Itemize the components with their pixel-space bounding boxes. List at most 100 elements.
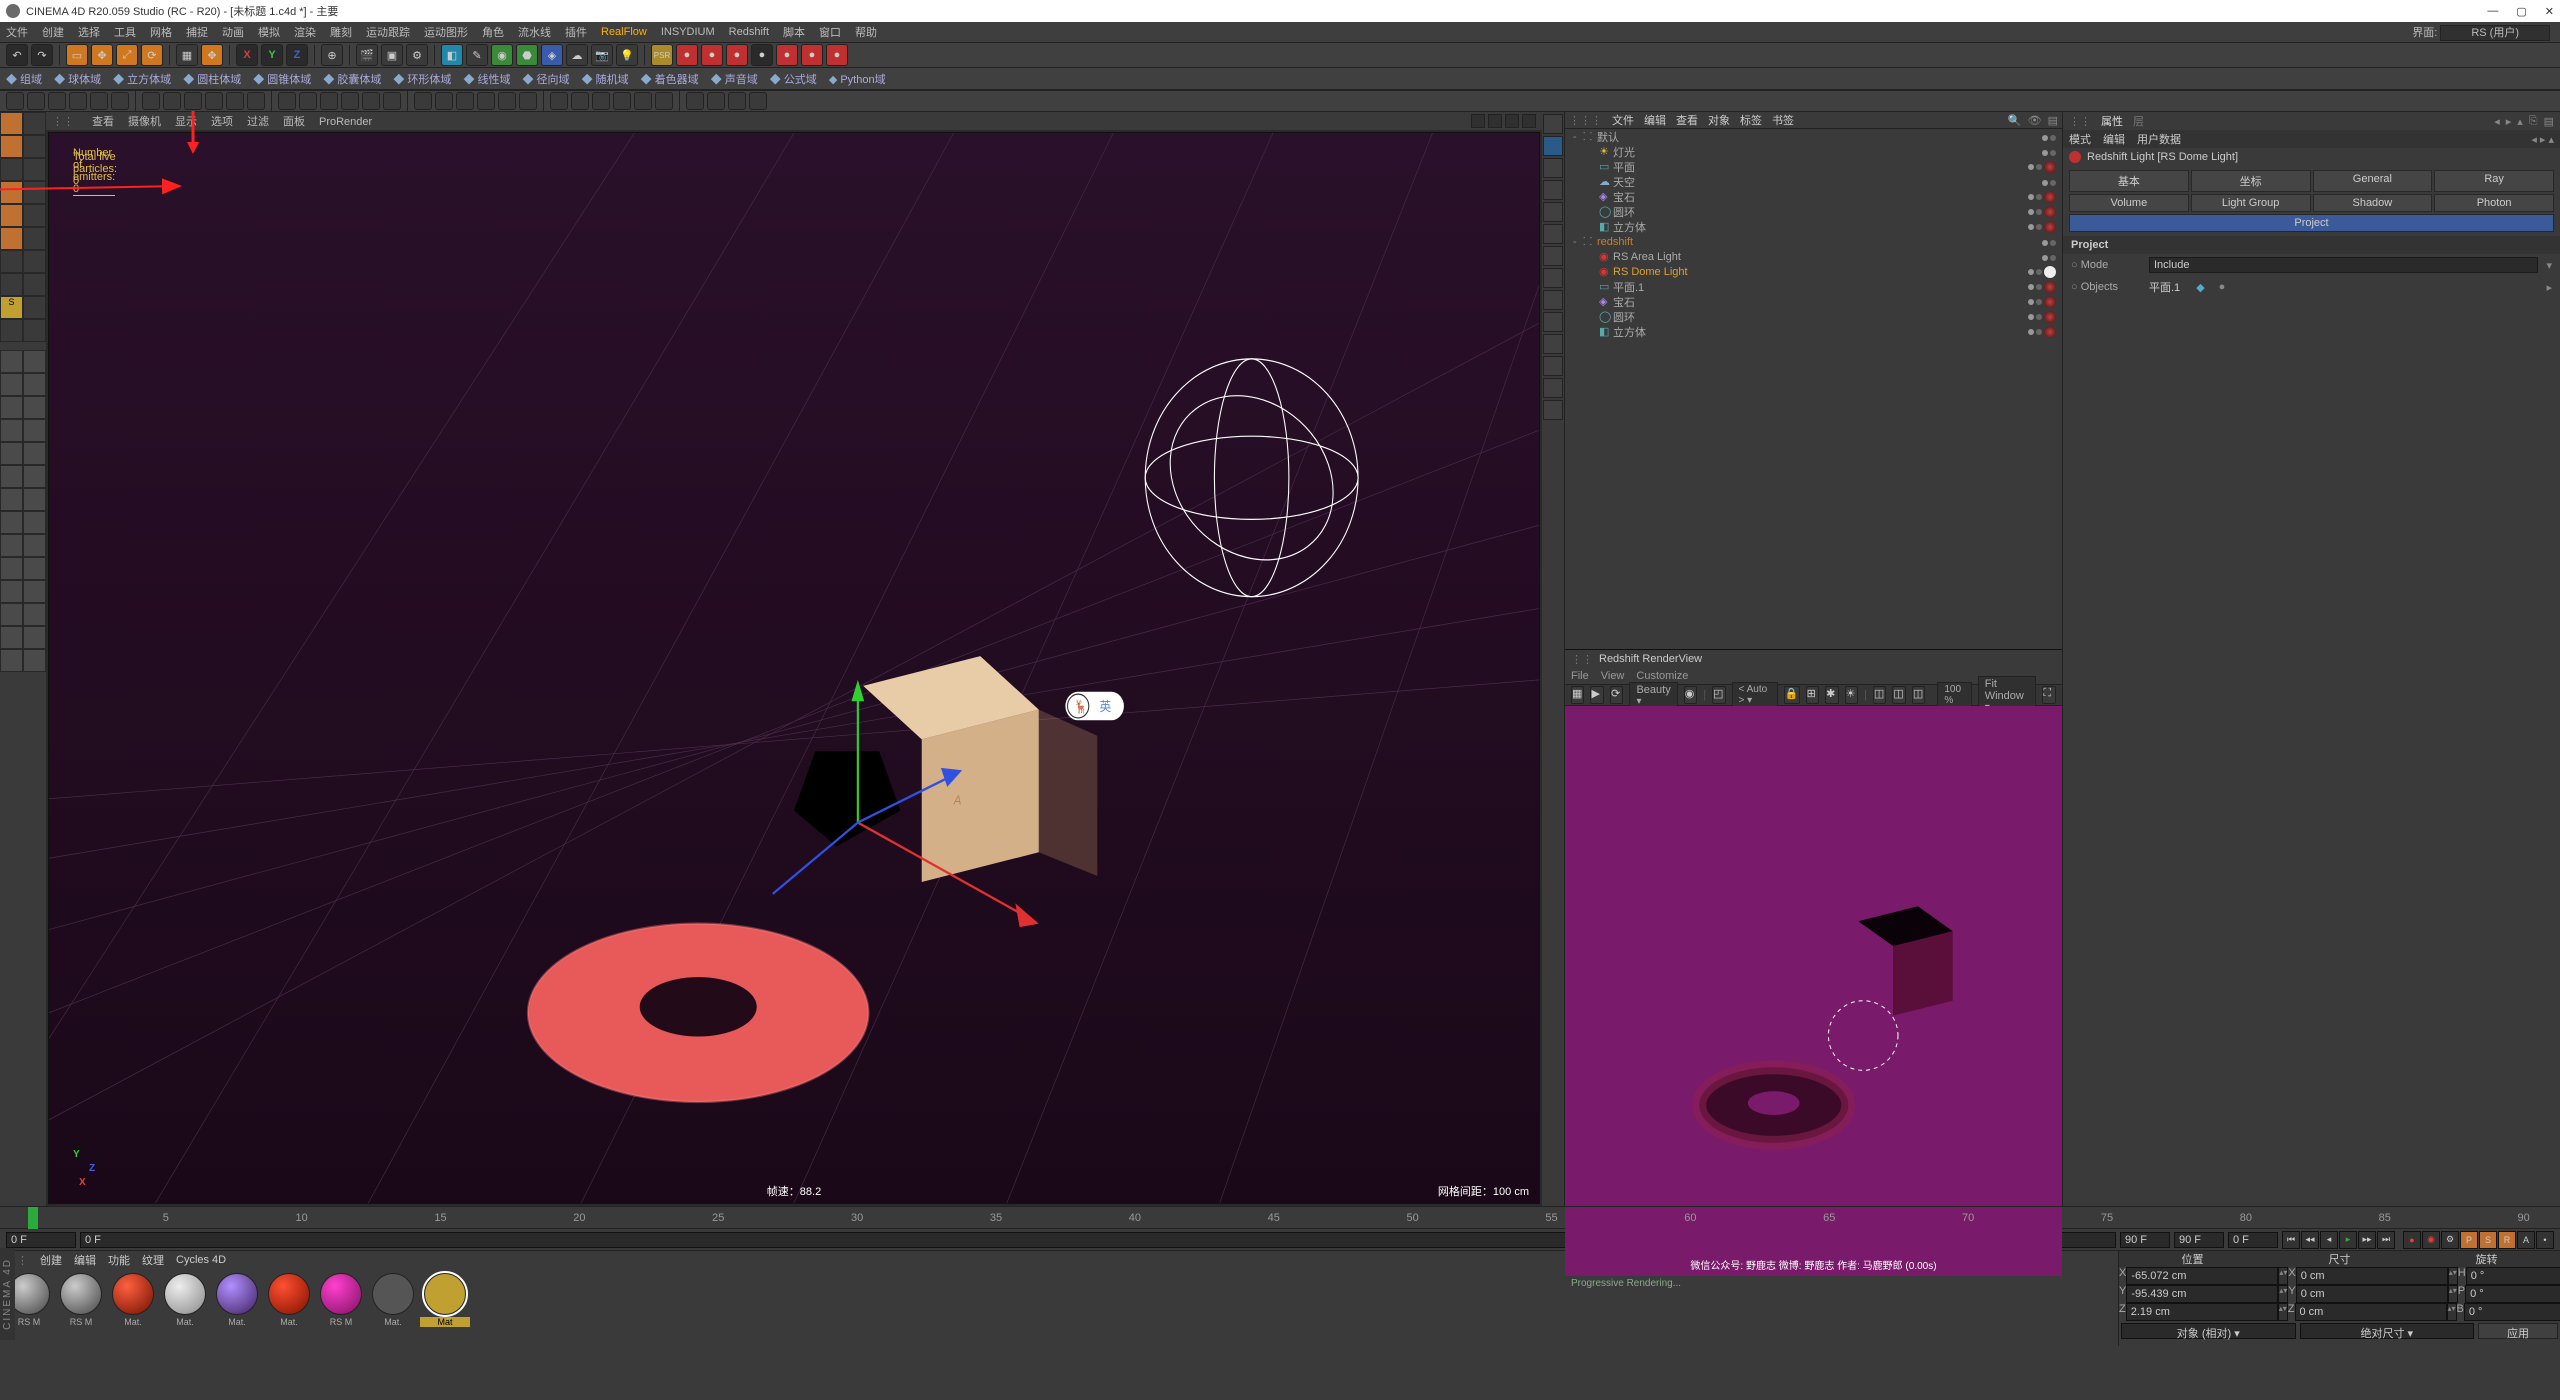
rec-1[interactable]: ● — [676, 44, 698, 66]
vp-tool[interactable] — [1543, 356, 1563, 376]
tool-icon[interactable] — [90, 92, 108, 110]
tab-layers[interactable]: 层 — [2133, 113, 2144, 129]
x-axis-toggle[interactable]: X — [236, 44, 258, 66]
edge-mode[interactable] — [0, 204, 23, 227]
generator-tool[interactable]: ⬣ — [516, 44, 538, 66]
attr-tab-Photon[interactable]: Photon — [2434, 194, 2554, 212]
minimize-button[interactable]: — — [2487, 5, 2498, 18]
cube-primitive[interactable]: ◧ — [441, 44, 463, 66]
vp-menu-显示[interactable]: 显示 — [175, 116, 197, 128]
tree-item-天空[interactable]: ☁天空 — [1565, 174, 2062, 189]
tool-icon[interactable] — [749, 92, 767, 110]
texture-swatch[interactable] — [0, 350, 23, 373]
tool-icon[interactable] — [655, 92, 673, 110]
material-Mat.[interactable]: Mat. — [368, 1273, 418, 1327]
vp-tool[interactable] — [1543, 224, 1563, 244]
tool-btn[interactable] — [23, 135, 46, 158]
vp-tool[interactable] — [1543, 202, 1563, 222]
texture-swatch[interactable] — [23, 557, 46, 580]
material-Mat.[interactable]: Mat. — [108, 1273, 158, 1327]
renderview-canvas[interactable]: 微信公众号: 野鹿志 微博: 野鹿志 作者: 马鹿野郎 (0.00s) — [1565, 706, 2062, 1276]
tree-item-RS Area Light[interactable]: ◉RS Area Light — [1565, 249, 2062, 264]
tool-icon[interactable] — [550, 92, 568, 110]
rot-H[interactable] — [2466, 1267, 2560, 1285]
size-X[interactable] — [2296, 1267, 2448, 1285]
texture-swatch[interactable] — [0, 626, 23, 649]
obj-tab-编辑[interactable]: 编辑 — [1644, 115, 1666, 127]
attr-sub-用户数据[interactable]: 用户数据 — [2137, 131, 2181, 147]
tree-item-宝石[interactable]: ◈宝石 — [1565, 294, 2062, 309]
vp-tool[interactable] — [1543, 136, 1563, 156]
texture-swatch[interactable] — [0, 557, 23, 580]
goto-start[interactable]: ⏮ — [2282, 1231, 2300, 1249]
timeline-playhead[interactable] — [28, 1207, 38, 1229]
rv-refresh-button[interactable]: ⟳ — [1610, 686, 1623, 704]
mat-menu-Cycles 4D[interactable]: Cycles 4D — [176, 1254, 226, 1266]
pos-Z[interactable] — [2126, 1303, 2278, 1321]
vp-tool[interactable] — [1543, 180, 1563, 200]
tool-icon[interactable] — [362, 92, 380, 110]
menu-运动图形[interactable]: 运动图形 — [424, 24, 468, 40]
link-icon2[interactable]: ● — [2219, 281, 2226, 293]
tree-item-平面[interactable]: ▭平面 — [1565, 159, 2062, 174]
pos-X[interactable] — [2126, 1267, 2278, 1285]
menu-选择[interactable]: 选择 — [78, 24, 100, 40]
mat-menu-编辑[interactable]: 编辑 — [74, 1252, 96, 1268]
texture-swatch[interactable] — [23, 649, 46, 672]
material-Mat[interactable]: Mat — [420, 1273, 470, 1327]
texture-swatch[interactable] — [23, 419, 46, 442]
z-axis-toggle[interactable]: Z — [286, 44, 308, 66]
rv-render-button[interactable]: ▦ — [1571, 686, 1584, 704]
tool-icon[interactable] — [320, 92, 338, 110]
field-着色器域[interactable]: ◆ 着色器域 — [641, 71, 699, 87]
vp-menu-面板[interactable]: 面板 — [283, 116, 305, 128]
key-a[interactable]: A — [2517, 1231, 2535, 1249]
panel-grip[interactable]: ⋮⋮⋮ — [1569, 114, 1602, 127]
tool-icon[interactable] — [69, 92, 87, 110]
texture-swatch[interactable] — [23, 603, 46, 626]
tab-attributes[interactable]: 属性 — [2101, 113, 2123, 129]
tool-btn[interactable] — [23, 273, 46, 296]
rv-lock[interactable]: 🔒 — [1784, 686, 1800, 704]
texture-swatch[interactable] — [23, 511, 46, 534]
menu-流水线[interactable]: 流水线 — [518, 24, 551, 40]
rv-snap1[interactable]: ◫ — [1873, 686, 1886, 704]
tool-icon[interactable] — [341, 92, 359, 110]
attr-tab-基本[interactable]: 基本 — [2069, 170, 2189, 192]
key-opt[interactable]: ⚙ — [2441, 1231, 2459, 1249]
size-Z[interactable] — [2295, 1303, 2447, 1321]
psr-button[interactable]: PSR — [651, 44, 673, 66]
tool-icon[interactable] — [571, 92, 589, 110]
workplane[interactable] — [0, 319, 23, 342]
attr-tab-Volume[interactable]: Volume — [2069, 194, 2189, 212]
pos-Y[interactable] — [2126, 1285, 2278, 1303]
tree-item-圆环[interactable]: ◯圆环 — [1565, 309, 2062, 324]
objects-link[interactable]: 平面.1 — [2149, 279, 2180, 295]
tool-icon[interactable] — [592, 92, 610, 110]
field-Python域[interactable]: ◆ Python域 — [829, 71, 886, 87]
tree-item-平面.1[interactable]: ▭平面.1 — [1565, 279, 2062, 294]
menu-文件[interactable]: 文件 — [6, 24, 28, 40]
key-pt[interactable]: • — [2536, 1231, 2554, 1249]
step-back[interactable]: ◂◂ — [2301, 1231, 2319, 1249]
menu-Redshift[interactable]: Redshift — [729, 26, 769, 38]
vp-nav-1[interactable] — [1471, 114, 1485, 128]
texture-swatch[interactable] — [0, 465, 23, 488]
obj-tab-书签[interactable]: 书签 — [1772, 115, 1794, 127]
rotate-tool[interactable]: ⟳ — [141, 44, 163, 66]
time-current[interactable] — [2228, 1232, 2278, 1248]
vp-nav-3[interactable] — [1505, 114, 1519, 128]
tree-item-宝石[interactable]: ◈宝石 — [1565, 189, 2062, 204]
tool-icon[interactable] — [634, 92, 652, 110]
timeline[interactable]: 051015202530354045505560657075808590 — [0, 1206, 2560, 1228]
rv-menu-View[interactable]: View — [1601, 670, 1625, 682]
rec-7[interactable]: ● — [826, 44, 848, 66]
autokey[interactable]: ◉ — [2422, 1231, 2440, 1249]
move-tool[interactable]: ✥ — [91, 44, 113, 66]
vp-menu-选项[interactable]: 选项 — [211, 116, 233, 128]
tool-icon[interactable] — [498, 92, 516, 110]
environment[interactable]: ☁ — [566, 44, 588, 66]
texture-swatch[interactable] — [0, 580, 23, 603]
obj-tab-文件[interactable]: 文件 — [1612, 115, 1634, 127]
tool-icon[interactable] — [435, 92, 453, 110]
